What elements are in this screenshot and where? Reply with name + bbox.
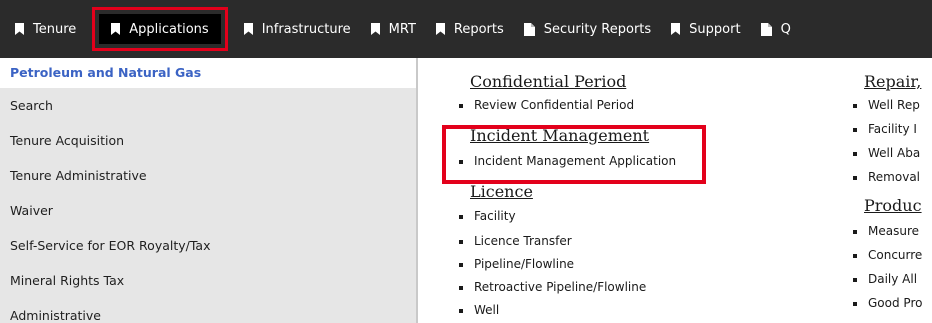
nav-tenure[interactable]: Tenure <box>6 12 85 46</box>
nav-support-label: Support <box>689 21 741 37</box>
sidebar-item-eor-royalty-tax[interactable]: Self-Service for EOR Royalty/Tax <box>0 226 416 261</box>
nav-reports[interactable]: Reports <box>427 12 513 46</box>
section-title-confidential-period: Confidential Period <box>470 72 627 91</box>
sidebar: Petroleum and Natural Gas Search Tenure … <box>0 58 418 323</box>
sidebar-item-waiver[interactable]: Waiver <box>0 191 416 226</box>
bookmark-icon <box>435 23 445 35</box>
link-measurement[interactable]: Measure <box>848 224 919 238</box>
nav-q-label: Q <box>780 21 791 37</box>
link-well-repair[interactable]: Well Rep <box>848 98 920 112</box>
nav-mrt[interactable]: MRT <box>362 12 425 46</box>
section-title-production: Produc <box>864 196 922 215</box>
nav-applications-label: Applications <box>129 21 209 37</box>
link-well-abandonment[interactable]: Well Aba <box>848 146 920 160</box>
link-review-confidential-period[interactable]: Review Confidential Period <box>454 98 634 112</box>
link-concurrent[interactable]: Concurre <box>848 248 922 262</box>
link-pipeline-flowline[interactable]: Pipeline/Flowline <box>454 257 574 271</box>
section-title-repair: Repair, <box>864 72 922 91</box>
link-retroactive-pipeline-flowline[interactable]: Retroactive Pipeline/Flowline <box>454 280 646 294</box>
top-navigation: Tenure Applications Infrastructure MRT R… <box>0 0 932 58</box>
nav-security-reports-label: Security Reports <box>543 21 652 37</box>
sidebar-item-search[interactable]: Search <box>0 88 416 121</box>
nav-security-reports[interactable]: Security Reports <box>515 12 660 46</box>
bookmark-icon <box>15 23 24 35</box>
main-content: Confidential Period Review Confidential … <box>418 58 932 323</box>
sidebar-header[interactable]: Petroleum and Natural Gas <box>0 58 416 88</box>
bookmark-icon <box>111 23 121 35</box>
section-title-incident-management: Incident Management <box>470 126 650 145</box>
link-daily-allowable[interactable]: Daily All <box>848 272 917 286</box>
link-facility-i[interactable]: Facility I <box>848 122 917 136</box>
sidebar-item-tenure-administrative[interactable]: Tenure Administrative <box>0 156 416 191</box>
nav-infrastructure-label: Infrastructure <box>261 21 351 37</box>
link-incident-management-application[interactable]: Incident Management Application <box>454 154 676 168</box>
document-icon <box>523 22 535 36</box>
link-well[interactable]: Well <box>454 303 499 317</box>
sidebar-item-administrative[interactable]: Administrative <box>0 296 416 323</box>
document-icon <box>760 22 772 36</box>
bookmark-icon <box>370 23 380 35</box>
bookmark-icon <box>243 23 253 35</box>
nav-infrastructure[interactable]: Infrastructure <box>235 12 360 46</box>
link-removal[interactable]: Removal <box>848 170 920 184</box>
section-title-licence: Licence <box>470 182 533 201</box>
link-facility[interactable]: Facility <box>454 209 516 223</box>
bookmark-icon <box>671 23 681 35</box>
nav-q[interactable]: Q <box>752 12 800 46</box>
nav-tenure-label: Tenure <box>33 21 77 37</box>
link-licence-transfer[interactable]: Licence Transfer <box>454 234 572 248</box>
link-good-production[interactable]: Good Pro <box>848 296 922 310</box>
nav-mrt-label: MRT <box>388 21 416 37</box>
nav-support[interactable]: Support <box>662 12 749 46</box>
sidebar-item-mineral-rights-tax[interactable]: Mineral Rights Tax <box>0 261 416 296</box>
nav-applications[interactable]: Applications <box>92 7 228 51</box>
sidebar-item-tenure-acquisition[interactable]: Tenure Acquisition <box>0 121 416 156</box>
nav-reports-label: Reports <box>453 21 504 37</box>
